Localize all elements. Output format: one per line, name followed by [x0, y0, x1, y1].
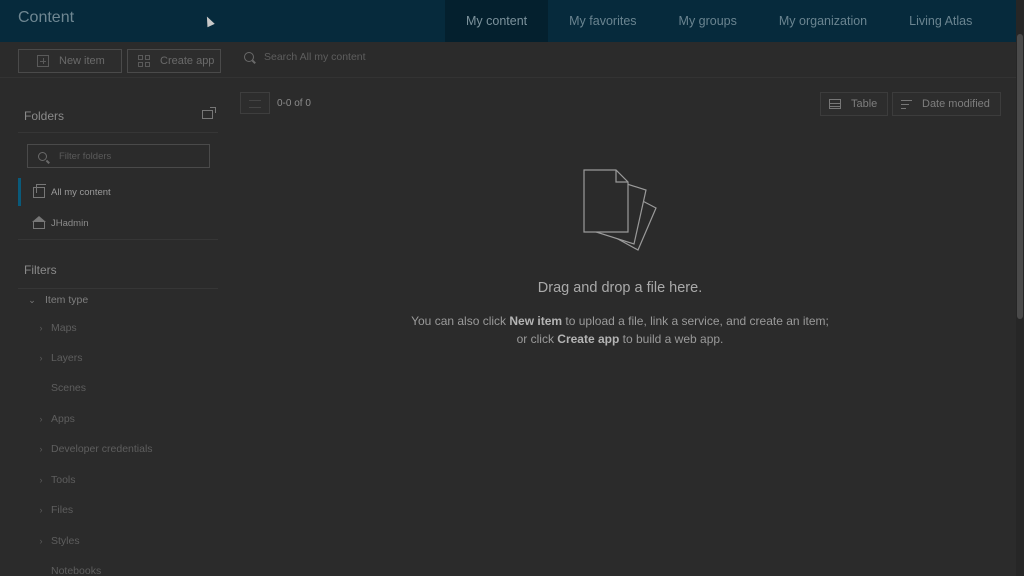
select-all-checkbox[interactable] — [240, 92, 270, 114]
folder-label: All my content — [51, 186, 111, 198]
top-nav: My content My favorites My groups My org… — [445, 0, 993, 42]
content-search-input[interactable]: Search All my content — [244, 51, 366, 63]
table-view-label: Table — [851, 98, 878, 110]
filter-label: Layers — [51, 352, 83, 364]
create-app-link: Create app — [557, 332, 620, 346]
filter-label: Tools — [51, 474, 76, 486]
tab-my-organization[interactable]: My organization — [758, 0, 888, 42]
tab-my-groups[interactable]: My groups — [658, 0, 758, 42]
results-count: 0-0 of 0 — [277, 98, 311, 109]
chevron-right-icon: › — [39, 353, 43, 363]
tab-my-content[interactable]: My content — [445, 0, 549, 42]
table-view-button[interactable]: Table — [820, 92, 889, 116]
chevron-right-icon: › — [39, 444, 43, 454]
new-folder-icon[interactable] — [202, 107, 216, 119]
chevron-right-icon: › — [39, 536, 43, 546]
content-search-placeholder: Search All my content — [264, 51, 366, 63]
table-icon — [829, 99, 841, 109]
add-icon — [37, 55, 49, 67]
hint-text: to build a web app. — [619, 332, 724, 346]
filters-heading: Filters — [24, 263, 57, 277]
filter-apps[interactable]: › Apps — [18, 409, 75, 429]
new-item-label: New item — [59, 55, 105, 67]
folder-label: JHadmin — [51, 217, 89, 229]
home-icon — [32, 215, 46, 229]
filter-folders-placeholder: Filter folders — [59, 150, 112, 162]
hint-text: You can also click — [411, 314, 510, 328]
filter-label: Files — [51, 504, 74, 516]
folders-heading: Folders — [24, 109, 65, 123]
app-header: Content My content My favorites My group… — [0, 0, 1016, 42]
folder-jhadmin[interactable]: JHadmin — [18, 209, 218, 237]
filter-styles[interactable]: › Styles — [18, 531, 80, 551]
search-icon — [244, 52, 254, 62]
create-app-button[interactable]: Create app — [127, 49, 221, 73]
drop-zone-hint-line2: or click Create app to build a web app. — [0, 332, 1024, 346]
hint-text: or click — [516, 332, 558, 346]
filter-files[interactable]: › Files — [18, 500, 74, 520]
scrollbar-thumb[interactable] — [1017, 34, 1023, 319]
filter-folders-input[interactable]: Filter folders — [27, 144, 210, 168]
drop-zone-hint-line1: You can also click New item to upload a … — [0, 314, 1024, 328]
divider — [18, 239, 218, 240]
tab-living-atlas[interactable]: Living Atlas — [888, 0, 993, 42]
chevron-right-icon: › — [39, 505, 43, 515]
filter-developer-credentials[interactable]: › Developer credentials — [18, 439, 153, 459]
new-item-link: New item — [509, 314, 563, 328]
filter-label: Notebooks — [51, 565, 102, 576]
sort-icon — [901, 99, 912, 109]
folders-stack-icon — [33, 183, 46, 198]
chevron-right-icon: › — [39, 414, 43, 424]
filter-scenes[interactable]: › Scenes — [18, 378, 86, 398]
chevron-down-icon: ⌄ — [28, 294, 36, 305]
chevron-right-icon: › — [39, 475, 43, 485]
sort-label: Date modified — [922, 98, 990, 110]
drop-zone-title: Drag and drop a file here. — [537, 280, 703, 296]
divider — [18, 132, 218, 133]
filter-label: Apps — [51, 413, 75, 425]
filter-notebooks[interactable]: › Notebooks — [18, 561, 101, 576]
new-item-button[interactable]: New item — [18, 49, 122, 73]
hint-text: to upload a file, link a service, and cr… — [562, 314, 829, 328]
filter-label: Scenes — [51, 382, 87, 394]
documents-illustration-icon — [583, 169, 657, 251]
apps-grid-icon — [138, 55, 150, 67]
filter-label: Developer credentials — [51, 443, 153, 455]
search-icon — [38, 151, 47, 161]
content-toolbar: New item Create app Search All my conten… — [0, 42, 1016, 78]
page-title: Content — [18, 9, 75, 26]
folder-all-my-content[interactable]: All my content — [18, 178, 218, 206]
filter-tools[interactable]: › Tools — [18, 470, 76, 490]
filter-label: Styles — [51, 535, 80, 547]
tab-my-favorites[interactable]: My favorites — [548, 0, 657, 42]
sort-button[interactable]: Date modified — [892, 92, 1001, 116]
create-app-label: Create app — [160, 55, 215, 67]
filter-layers[interactable]: › Layers — [18, 348, 83, 368]
